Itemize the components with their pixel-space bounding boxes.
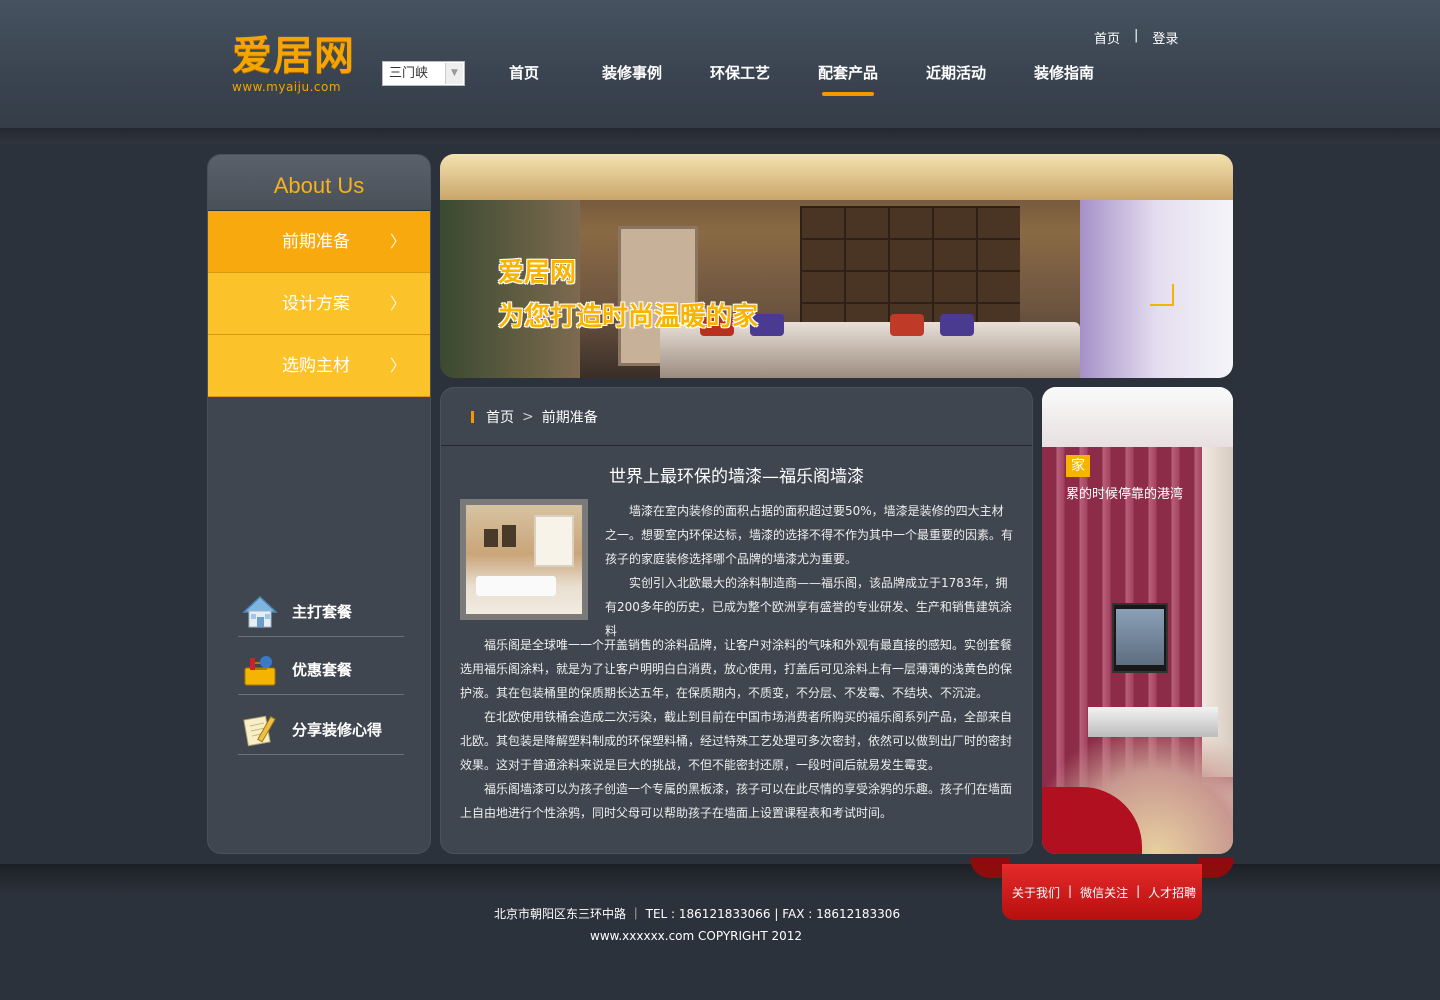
- sidebar-item-design[interactable]: 设计方案 〉: [208, 273, 430, 335]
- promo-cabinet: [1088, 707, 1218, 737]
- banner-cushion: [940, 314, 974, 336]
- article-paragraph: 在北欧使用铁桶会造成二次污染，截止到目前在中国市场消费者所购买的福乐阁系列产品，…: [460, 710, 1013, 772]
- tv-screen: [1116, 609, 1164, 665]
- article-panel: 首页 > 前期准备 世界上最环保的墙漆—福乐阁墙漆 墙漆在室内装修的面积占据的面…: [440, 387, 1033, 854]
- hero-banner: 爱居网 为您打造时尚温暖的家: [440, 154, 1233, 378]
- nav-item-guide[interactable]: 装修指南: [1010, 60, 1118, 100]
- site-header: 爱居网 www.myaiju.com 三门峡 ▼ 首页 装修事例 环保工艺 配套…: [0, 0, 1440, 128]
- sidebar-item-label: 设计方案: [282, 294, 350, 314]
- notepad-pencil-icon: [238, 708, 282, 752]
- chevron-right-icon: 〉: [389, 232, 406, 251]
- package-share[interactable]: 分享装修心得: [238, 705, 404, 755]
- chevron-right-icon: 〉: [389, 356, 406, 375]
- footer-link-separator: |: [1068, 884, 1073, 898]
- nav-item-cases[interactable]: 装修事例: [578, 60, 686, 100]
- breadcrumb: 首页 > 前期准备: [441, 388, 1032, 446]
- header-divider: [0, 128, 1440, 144]
- logo-name: 爱居网: [232, 33, 355, 79]
- promo-ceiling: [1042, 387, 1233, 447]
- banner-ceiling: [440, 154, 1233, 200]
- article-paragraph: 福乐阁是全球唯一一个开盖销售的涂料品牌，让客户对涂料的气味和外观有最直接的感知。…: [460, 638, 1013, 700]
- article-body: 福乐阁是全球唯一一个开盖销售的涂料品牌，让客户对涂料的气味和外观有最直接的感知。…: [460, 633, 1016, 825]
- room-picture: [484, 529, 498, 547]
- main-nav: 首页 装修事例 环保工艺 配套产品 近期活动 装修指南: [470, 60, 1118, 100]
- room-sofa: [476, 576, 556, 596]
- banner-cushion: [890, 314, 924, 336]
- logo-url: www.myaiju.com: [232, 80, 342, 94]
- nav-item-home[interactable]: 首页: [470, 60, 578, 100]
- banner-title: 爱居网: [498, 258, 577, 288]
- article-paragraph: 墙漆在室内装修的面积占据的面积超过要50%，墙漆是装修的四大主材之一。想要室内环…: [605, 504, 1014, 566]
- top-link-login[interactable]: 登录: [1152, 28, 1178, 47]
- footer-copyright: www.xxxxxx.com COPYRIGHT 2012: [590, 929, 803, 943]
- top-link-home[interactable]: 首页: [1094, 28, 1120, 47]
- breadcrumb-marker: [471, 410, 474, 423]
- breadcrumb-home[interactable]: 首页: [486, 407, 514, 427]
- package-label: 分享装修心得: [292, 721, 383, 739]
- package-discount[interactable]: 优惠套餐: [238, 645, 404, 695]
- sidebar-item-label: 选购主材: [282, 356, 350, 376]
- article-title: 世界上最环保的墙漆—福乐阁墙漆: [609, 467, 864, 487]
- nav-item-products[interactable]: 配套产品: [794, 60, 902, 100]
- footer-link-about[interactable]: 关于我们: [1012, 884, 1060, 901]
- sidebar-item-preparation[interactable]: 前期准备 〉: [208, 211, 430, 273]
- package-main[interactable]: 主打套餐: [238, 587, 404, 637]
- banner-wall: [440, 200, 580, 378]
- article-image: [460, 499, 588, 620]
- city-select[interactable]: 三门峡 ▼: [382, 61, 465, 86]
- promo-panel[interactable]: 家 累的时候停靠的港湾: [1042, 387, 1233, 854]
- article-paragraph: 福乐阁墙漆可以为孩子创造一个专属的黑板漆，孩子可以在此尽情的享受涂鸦的乐趣。孩子…: [460, 782, 1013, 820]
- site-logo[interactable]: 爱居网 www.myaiju.com: [232, 34, 372, 100]
- article-intro: 墙漆在室内装修的面积占据的面积超过要50%，墙漆是装修的四大主材之一。想要室内环…: [605, 499, 1015, 643]
- promo-badge: 家: [1066, 455, 1090, 477]
- banner-subtitle: 为您打造时尚温暖的家: [498, 302, 759, 332]
- package-label: 主打套餐: [292, 603, 353, 621]
- chevron-down-icon[interactable]: ▼: [445, 63, 463, 84]
- chevron-right-icon: >: [522, 408, 534, 425]
- room-photo: [466, 505, 582, 614]
- city-select-value: 三门峡: [389, 66, 429, 81]
- room-picture: [502, 525, 516, 547]
- chevron-right-icon: 〉: [389, 294, 406, 313]
- sidebar-item-label: 前期准备: [282, 232, 350, 252]
- nav-item-eco-craft[interactable]: 环保工艺: [686, 60, 794, 100]
- sidebar-item-materials[interactable]: 选购主材 〉: [208, 335, 430, 397]
- nav-item-events[interactable]: 近期活动: [902, 60, 1010, 100]
- toolbox-icon: [238, 648, 282, 692]
- banner-frame: [1150, 284, 1174, 306]
- sidebar: About Us 前期准备 〉 设计方案 〉 选购主材 〉 主打套餐 优惠套餐 …: [207, 154, 431, 854]
- footer-links: 关于我们 | 微信关注 | 人才招聘: [1012, 884, 1196, 901]
- footer-address: 北京市朝阳区东三环中路 ｜ TEL : 186121833066 | FAX :…: [494, 907, 901, 921]
- sidebar-title: About Us: [208, 155, 430, 211]
- breadcrumb-current: 前期准备: [541, 409, 598, 426]
- ribbon-fold: [1198, 858, 1234, 878]
- top-link-separator: |: [1134, 28, 1139, 43]
- footer-link-jobs[interactable]: 人才招聘: [1148, 884, 1196, 901]
- package-label: 优惠套餐: [292, 661, 353, 679]
- promo-tagline: 累的时候停靠的港湾: [1066, 487, 1184, 502]
- room-window: [534, 515, 574, 567]
- house-icon: [238, 590, 282, 634]
- top-links: 首页 | 登录: [1094, 28, 1178, 47]
- footer-link-wechat[interactable]: 微信关注: [1080, 884, 1128, 901]
- footer-link-separator: |: [1136, 884, 1141, 898]
